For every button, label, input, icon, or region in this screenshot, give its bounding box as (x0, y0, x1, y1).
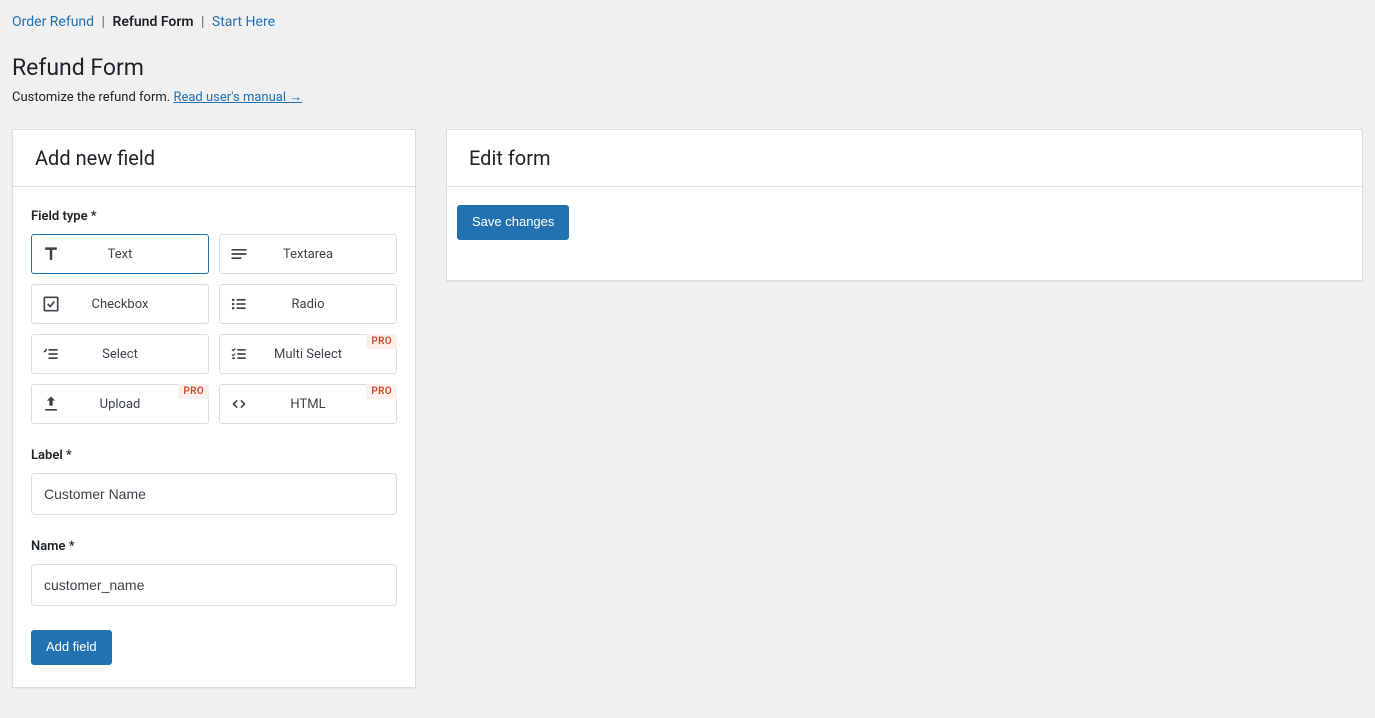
description-text: Customize the refund form. (12, 90, 173, 105)
breadcrumb-link-order-refund[interactable]: Order Refund (12, 14, 94, 30)
select-icon (32, 344, 70, 364)
checkbox-icon (32, 294, 70, 314)
pro-badge: PRO (366, 384, 397, 399)
label-input[interactable] (31, 473, 397, 515)
field-type-multiselect[interactable]: Multi Select PRO (219, 334, 397, 374)
pro-badge: PRO (366, 334, 397, 349)
breadcrumb-current: Refund Form (112, 14, 193, 30)
html-icon (220, 394, 258, 414)
field-type-label: Field type * (31, 209, 397, 224)
manual-link[interactable]: Read user's manual → (173, 90, 302, 105)
text-icon (32, 244, 70, 264)
field-type-label-text: Select (70, 347, 208, 362)
breadcrumb: Order Refund | Refund Form | Start Here (12, 8, 1363, 40)
radio-icon (220, 294, 258, 314)
page-title: Refund Form (12, 54, 1363, 81)
field-type-grid: Text Textarea Checkbox (31, 234, 397, 424)
field-type-radio[interactable]: Radio (219, 284, 397, 324)
breadcrumb-sep: | (102, 14, 105, 30)
add-field-panel-title: Add new field (13, 130, 415, 187)
field-type-upload[interactable]: Upload PRO (31, 384, 209, 424)
multiselect-icon (220, 344, 258, 364)
breadcrumb-link-start-here[interactable]: Start Here (212, 14, 275, 30)
field-type-label-text: Text (70, 247, 208, 262)
field-type-label-text: Checkbox (70, 297, 208, 312)
field-type-label-text: Textarea (258, 247, 396, 262)
field-type-html[interactable]: HTML PRO (219, 384, 397, 424)
field-type-text[interactable]: Text (31, 234, 209, 274)
field-type-label-text: Radio (258, 297, 396, 312)
label-field-label: Label * (31, 448, 397, 463)
textarea-icon (220, 244, 258, 264)
breadcrumb-sep: | (201, 14, 204, 30)
field-type-textarea[interactable]: Textarea (219, 234, 397, 274)
name-input[interactable] (31, 564, 397, 606)
name-field-label: Name * (31, 539, 397, 554)
field-type-select[interactable]: Select (31, 334, 209, 374)
add-field-button[interactable]: Add field (31, 630, 112, 665)
upload-icon (32, 394, 70, 414)
field-type-checkbox[interactable]: Checkbox (31, 284, 209, 324)
edit-form-panel-title: Edit form (447, 130, 1362, 187)
save-changes-button[interactable]: Save changes (457, 205, 569, 240)
page-description: Customize the refund form. Read user's m… (12, 89, 1363, 105)
pro-badge: PRO (178, 384, 209, 399)
add-field-panel: Add new field Field type * Text T (12, 129, 416, 688)
edit-form-panel: Edit form Save changes (446, 129, 1363, 281)
